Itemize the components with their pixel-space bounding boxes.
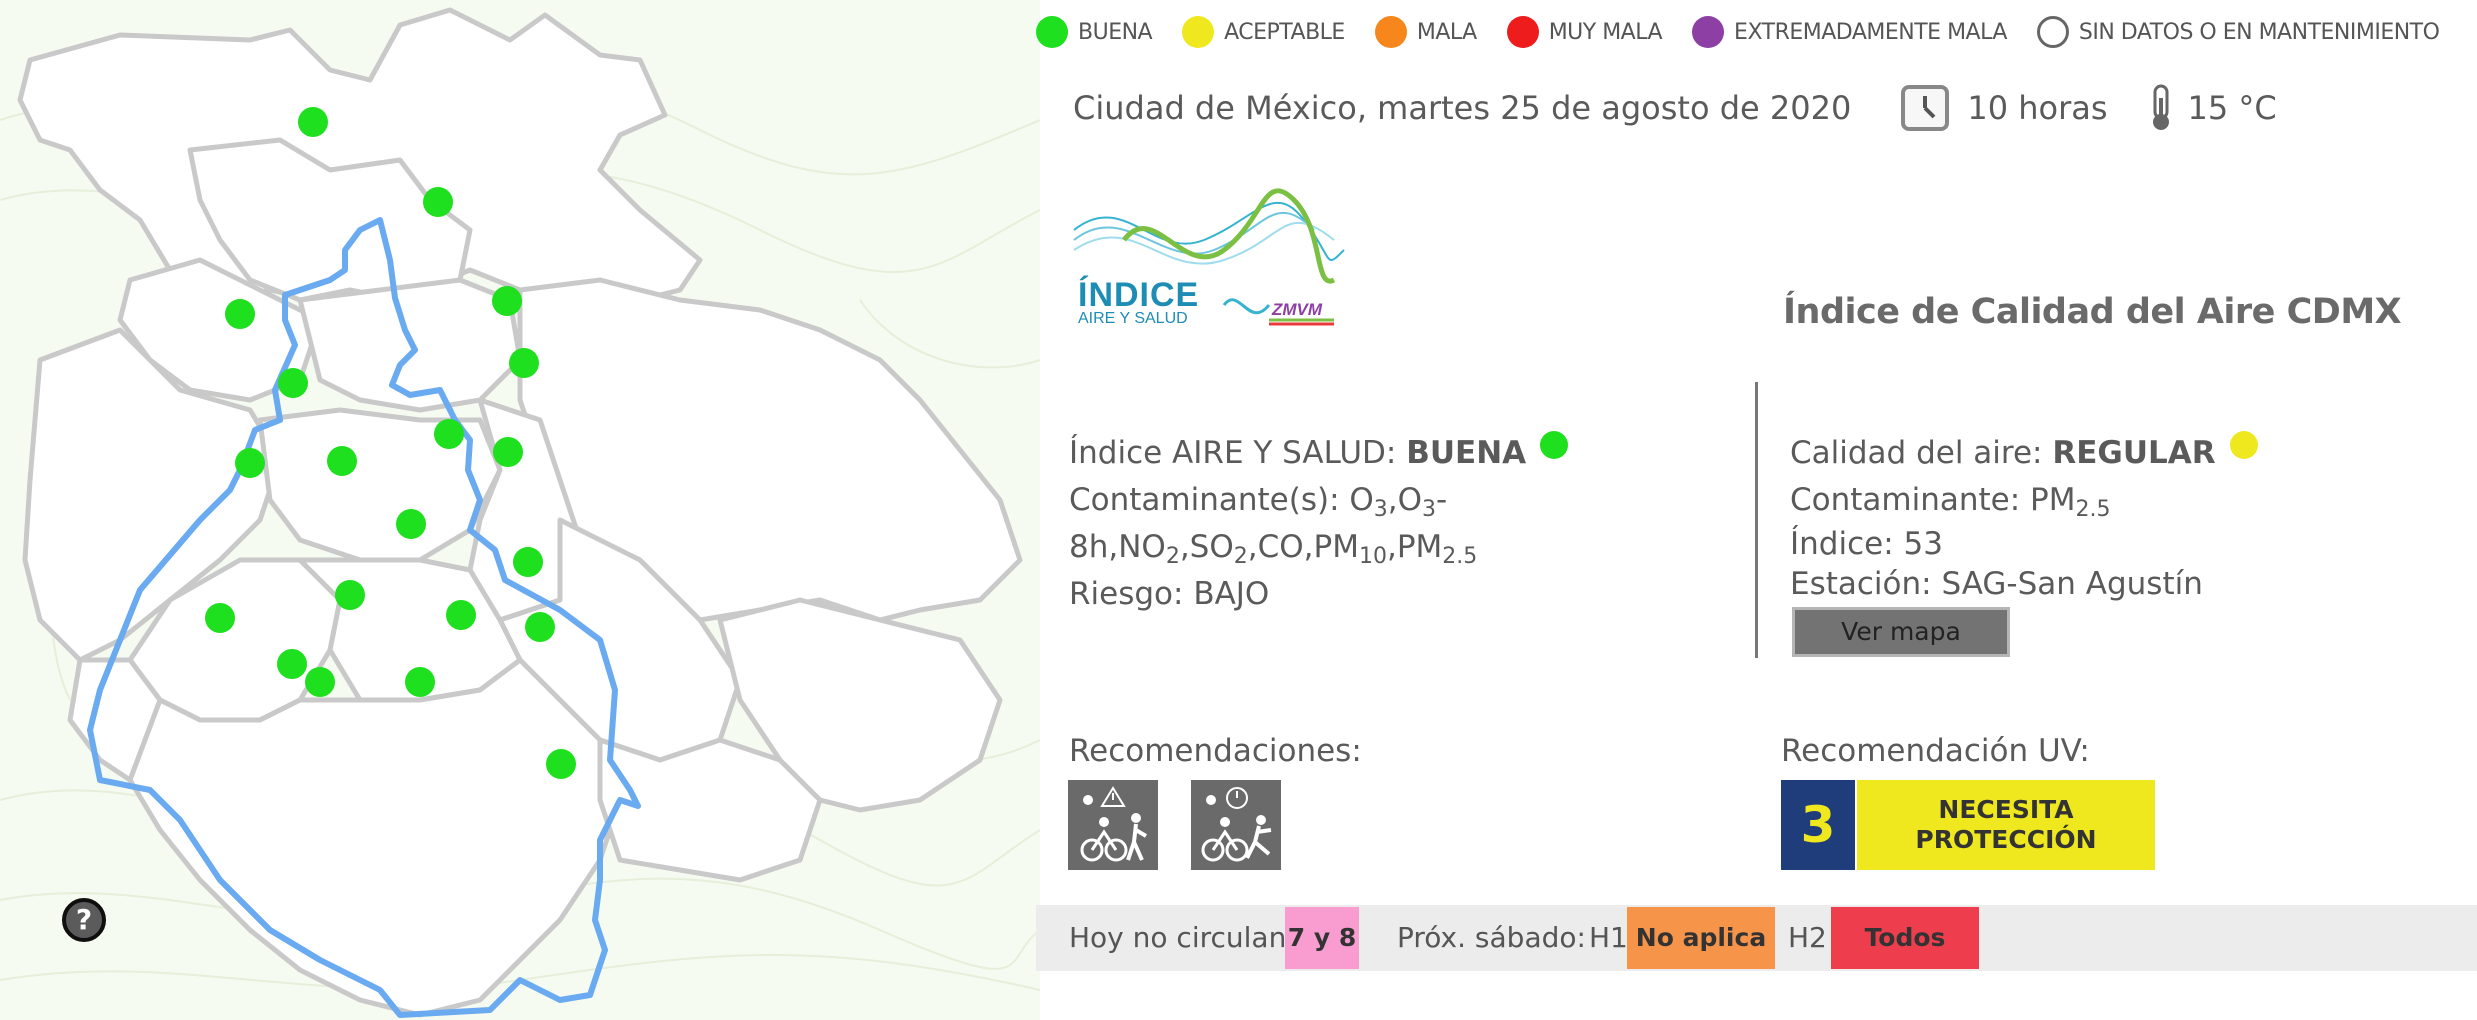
uv-index-value: 3 — [1781, 780, 1855, 870]
legend-label: SIN DATOS O EN MANTENIMIENTO — [2078, 19, 2440, 45]
h2-value: Todos — [1831, 907, 1979, 969]
station-marker[interactable] — [546, 749, 576, 779]
header-info: Ciudad de México, martes 25 de agosto de… — [1073, 84, 2277, 132]
legend-item: BUENA — [1036, 16, 1153, 48]
thermometer-icon — [2148, 84, 2174, 132]
station-marker[interactable] — [423, 187, 453, 217]
station-marker[interactable] — [327, 446, 357, 476]
date-text: Ciudad de México, martes 25 de agosto de… — [1073, 89, 1852, 127]
cyclist-pedestrian-warning-icon[interactable] — [1068, 780, 1158, 870]
aqi-title: Índice de Calidad del Aire CDMX — [1783, 292, 2402, 332]
legend-item: MUY MALA — [1506, 16, 1663, 48]
indice-aire-salud-block: Índice AIRE Y SALUD: BUENA Contaminante(… — [1069, 430, 1689, 618]
hoy-no-circulan-label: Hoy no circulan: — [1069, 921, 1296, 954]
cyclist-runner-clock-icon[interactable] — [1191, 780, 1281, 870]
legend-item: SIN DATOS O EN MANTENIMIENTO — [2036, 16, 2440, 48]
legend-item: EXTREMADAMENTE MALA — [1692, 16, 2007, 48]
hoy-no-circulan-value: 7 y 8 — [1285, 907, 1359, 969]
station-marker[interactable] — [277, 649, 307, 679]
station-marker[interactable] — [525, 612, 555, 642]
indice-aire-salud-logo: ÍNDICE AIRE Y SALUD ZMVM — [1064, 180, 1354, 340]
circle-filled-icon — [1374, 16, 1407, 48]
station-marker[interactable] — [434, 419, 464, 449]
calidad-value: REGULAR — [2052, 435, 2216, 471]
station-marker[interactable] — [235, 448, 265, 478]
station-marker[interactable] — [225, 299, 255, 329]
indice-status-line: Índice AIRE Y SALUD: BUENA — [1069, 430, 1689, 477]
clock-icon — [1901, 85, 1950, 131]
contaminantes-text: Contaminante(s): O3,O3- — [1069, 482, 1448, 522]
uv-protection-label: NECESITA PROTECCIÓN — [1857, 780, 2155, 870]
station-marker[interactable] — [298, 107, 328, 137]
circle-filled-icon — [1506, 16, 1539, 48]
uv-title: Recomendación UV: — [1781, 733, 2090, 769]
station-marker[interactable] — [492, 286, 522, 316]
help-button[interactable]: ? — [62, 898, 106, 942]
station-marker[interactable] — [509, 348, 539, 378]
divider — [1755, 382, 1758, 658]
ver-mapa-button[interactable]: Ver mapa — [1792, 607, 2010, 657]
station-marker[interactable] — [396, 509, 426, 539]
station-marker[interactable] — [335, 580, 365, 610]
contaminantes-text-2: 8h,NO2,SO2,CO,PM10,PM2.5 — [1069, 529, 1478, 569]
circle-outline-icon — [2036, 16, 2069, 48]
calidad-aire-block: Calidad del aire: REGULAR Contaminante: … — [1790, 430, 2430, 604]
status-dot-icon — [1540, 431, 1569, 459]
logo-zmvm: ZMVM — [1272, 300, 1323, 319]
station-marker[interactable] — [205, 603, 235, 633]
uv-label-line2: PROTECCIÓN — [1915, 825, 2097, 854]
logo-subtitle: AIRE Y SALUD — [1078, 310, 1188, 327]
h1-label: H1 — [1589, 921, 1628, 954]
air-quality-map[interactable]: ? — [0, 0, 1040, 1020]
legend-label: MALA — [1416, 19, 1477, 45]
indice-number-text: Índice: 53 — [1790, 526, 1943, 562]
station-marker[interactable] — [305, 667, 335, 697]
indice-label: Índice AIRE Y SALUD: — [1069, 435, 1407, 471]
legend-item: MALA — [1374, 16, 1477, 48]
legend-label: ACEPTABLE — [1224, 19, 1345, 45]
proximo-sabado-label: Próx. sábado: — [1397, 921, 1586, 954]
riesgo-text: Riesgo: BAJO — [1069, 576, 1270, 612]
h2-label: H2 — [1788, 921, 1827, 954]
status-dot-icon — [2229, 431, 2258, 459]
station-marker[interactable] — [513, 547, 543, 577]
contaminante-text: Contaminante: PM2.5 — [1790, 482, 2111, 522]
estacion-text: Estación: SAG-San Agustín — [1790, 566, 2203, 602]
uv-label-line1: NECESITA — [1938, 795, 2074, 824]
legend: BUENA ACEPTABLE MALA MUY MALA EXTREMADAMENTE… — [1036, 14, 2440, 50]
h1-value: No aplica — [1627, 907, 1775, 969]
legend-label: BUENA — [1078, 19, 1153, 45]
temperature-text: 15 °C — [2187, 89, 2277, 127]
municipality-polygons[interactable] — [17, 7, 1023, 1018]
station-marker[interactable] — [405, 667, 435, 697]
legend-label: MUY MALA — [1548, 19, 1663, 45]
legend-item: ACEPTABLE — [1182, 16, 1345, 48]
map-canvas[interactable] — [0, 0, 1040, 1020]
indice-value: BUENA — [1406, 435, 1527, 471]
circle-filled-icon — [1182, 16, 1215, 48]
legend-label: EXTREMADAMENTE MALA — [1734, 19, 2007, 45]
time-text: 10 horas — [1967, 89, 2108, 127]
station-marker[interactable] — [446, 600, 476, 630]
station-marker[interactable] — [278, 368, 308, 398]
circle-filled-icon — [1692, 16, 1725, 48]
station-marker[interactable] — [493, 437, 523, 467]
recomendaciones-title: Recomendaciones: — [1069, 733, 1362, 769]
calidad-status-line: Calidad del aire: REGULAR — [1790, 430, 2430, 477]
circle-filled-icon — [1036, 16, 1068, 48]
calidad-label: Calidad del aire: — [1790, 435, 2053, 471]
